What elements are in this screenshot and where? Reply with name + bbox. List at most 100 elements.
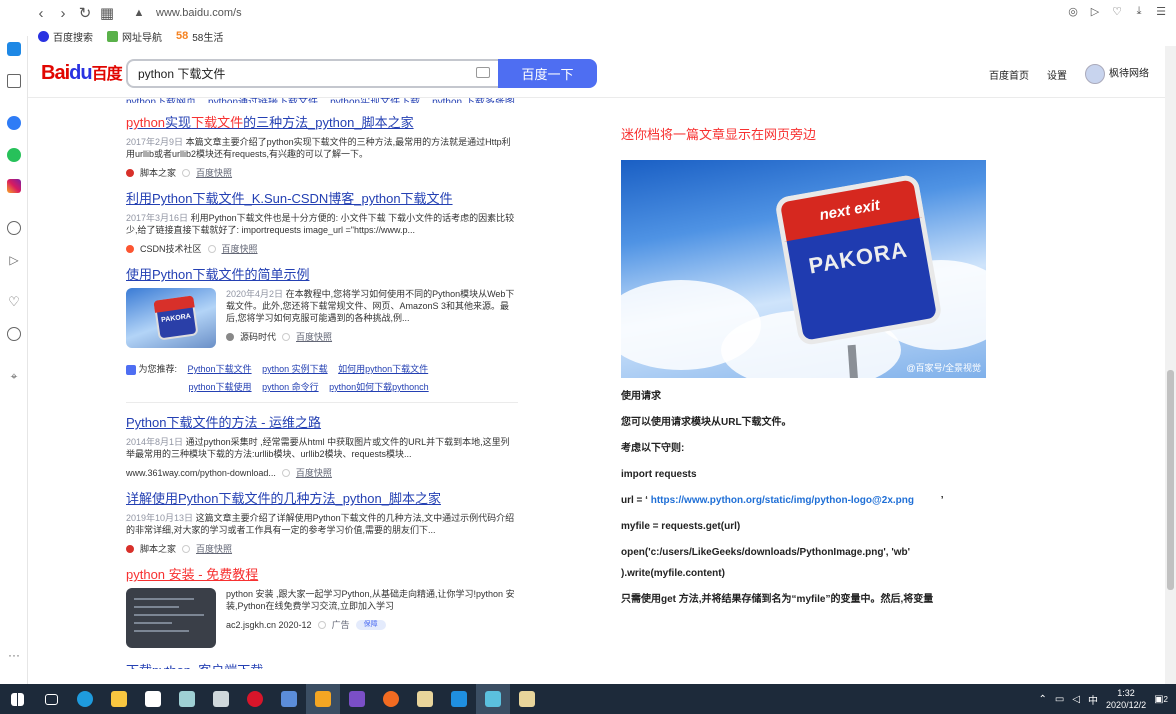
scroll-thumb[interactable] — [1167, 370, 1174, 590]
cache-link[interactable]: 百度快照 — [196, 166, 232, 179]
article-link[interactable]: https://www.python.org/static/img/python… — [651, 495, 914, 506]
camera-search-icon[interactable] — [476, 67, 490, 78]
location-icon[interactable]: ⌖ — [7, 369, 21, 383]
baidu-logo[interactable]: Baidu百度 — [41, 60, 123, 85]
start-button[interactable] — [0, 684, 34, 714]
task-view-icon[interactable] — [34, 684, 68, 714]
rec-link[interactable]: python下载使用 — [189, 382, 252, 392]
windows-icon — [10, 692, 24, 706]
result-title[interactable]: 利用Python下载文件_K.Sun-CSDN博客_python下载文件 — [126, 191, 526, 207]
result-item: Python下载文件的方法 - 运维之路 2014年8月1日 通过python采… — [126, 415, 526, 479]
cache-link[interactable]: 百度快照 — [196, 542, 232, 555]
app-icon[interactable] — [408, 684, 442, 714]
source-icon — [126, 168, 134, 177]
scrollbar[interactable] — [1165, 46, 1176, 684]
result-source: 源码时代 百度快照 — [226, 330, 516, 343]
app-icon[interactable] — [272, 684, 306, 714]
send-side-icon[interactable]: ▷ — [7, 253, 21, 267]
rec-link[interactable]: Python下载文件 — [188, 364, 252, 374]
ad-thumbnail[interactable] — [126, 588, 216, 648]
recommendations: 为您推荐: Python下载文件 python 实例下载 如何用python下载… — [126, 360, 526, 396]
dot-icon — [282, 332, 291, 341]
send-icon[interactable]: ▷ — [1088, 4, 1102, 18]
home-link[interactable]: 百度首页 — [989, 67, 1029, 82]
forward-icon[interactable]: › — [52, 2, 74, 24]
result-source: 脚本之家 百度快照 — [126, 542, 526, 555]
volume-icon[interactable]: ◁ — [1072, 694, 1080, 705]
reload-icon[interactable]: ↻ — [74, 2, 96, 24]
result-abstract: 2017年2月9日 本篇文章主要介绍了python实现下载文件的三种方法,最常用… — [126, 137, 511, 159]
search-header: Baidu百度 百度一下 百度首页 设置 枫待网络 — [28, 46, 1165, 98]
user-menu[interactable]: 枫待网络 — [1085, 64, 1149, 84]
camera-icon[interactable]: ◎ — [1066, 4, 1080, 18]
download-icon[interactable]: ⤓ — [1132, 4, 1146, 18]
app-active-icon[interactable] — [476, 684, 510, 714]
edge-icon[interactable] — [68, 684, 102, 714]
header-links: 百度首页 设置 枫待网络 — [989, 64, 1149, 84]
whatsapp-icon[interactable] — [7, 148, 21, 162]
search-input[interactable] — [138, 66, 478, 80]
heart-icon[interactable]: ♡ — [1110, 4, 1124, 18]
dot-icon — [207, 244, 216, 253]
ad-title[interactable]: python 安装 - 免费教程 — [126, 567, 526, 583]
result-abstract: 2019年10月13日 这篇文章主要介绍了详解使用Python下载文件的几种方法… — [126, 513, 515, 535]
baidu-results-page: Baidu百度 百度一下 百度首页 设置 枫待网络 python下载网页 pyt… — [28, 46, 1165, 684]
messenger-icon[interactable] — [7, 116, 21, 130]
search-button[interactable]: 百度一下 — [498, 59, 597, 88]
file-explorer-icon[interactable] — [102, 684, 136, 714]
code-line — [134, 606, 179, 608]
result-thumbnail[interactable]: PAKORA — [126, 288, 216, 348]
article-text: 使用请求 您可以使用请求模块从URL下载文件。 考虑以下守则: import r… — [621, 391, 944, 605]
rec-link[interactable]: python 实例下载 — [262, 364, 328, 374]
history-icon[interactable] — [7, 327, 21, 341]
result-title[interactable]: 使用Python下载文件的简单示例 — [126, 267, 526, 283]
apps-grid-icon[interactable]: ▦ — [96, 2, 118, 24]
app-active-icon[interactable] — [306, 684, 340, 714]
result-item: 详解使用Python下载文件的几种方法_python_脚本之家 2019年10月… — [126, 491, 526, 555]
result-abstract: 2014年8月1日 通过python采集时 ,经常需要从html 中获取图片或文… — [126, 437, 510, 459]
firefox-icon[interactable] — [374, 684, 408, 714]
app-icon[interactable] — [170, 684, 204, 714]
clock[interactable]: 1:32 2020/12/2 — [1106, 687, 1146, 711]
cache-link[interactable]: 百度快照 — [296, 466, 332, 479]
result-title[interactable]: 详解使用Python下载文件的几种方法_python_脚本之家 — [126, 491, 526, 507]
bookmark-nav[interactable]: 网址导航 — [107, 29, 162, 44]
cache-link[interactable]: 百度快照 — [222, 242, 258, 255]
home-icon[interactable] — [7, 42, 21, 56]
settings-link[interactable]: 设置 — [1047, 67, 1067, 82]
back-icon[interactable]: ‹ — [30, 2, 52, 24]
system-tray: ⌃ ▭ ◁ 中 1:32 2020/12/2 ▣2 — [1039, 684, 1169, 714]
source-icon — [126, 544, 134, 553]
instagram-icon[interactable] — [7, 179, 21, 193]
address-bar[interactable]: www.baidu.com/s — [156, 7, 242, 19]
network-icon[interactable]: ▭ — [1055, 694, 1064, 705]
notification-icon[interactable]: ▣2 — [1154, 694, 1168, 705]
ime-indicator[interactable]: 中 — [1088, 692, 1098, 707]
visual-studio-icon[interactable] — [340, 684, 374, 714]
result-title[interactable]: Python下载文件的方法 - 运维之路 — [126, 415, 526, 431]
app-icon[interactable] — [510, 684, 544, 714]
rec-link[interactable]: python如何下载pythonch — [329, 382, 429, 392]
result-source: CSDN技术社区 百度快照 — [126, 242, 526, 255]
result-title[interactable]: python实现下载文件的三种方法_python_脚本之家 — [126, 115, 526, 131]
rec-link[interactable]: 如何用python下载文件 — [338, 364, 428, 374]
menu-icon[interactable]: ☰ — [1154, 4, 1168, 18]
rec-link[interactable]: python 命令行 — [262, 382, 319, 392]
vscode-icon[interactable] — [442, 684, 476, 714]
chevron-up-icon[interactable]: ⌃ — [1039, 694, 1047, 705]
bookmark-58[interactable]: 58 58生活 — [176, 29, 223, 44]
more-icon[interactable]: ··· — [7, 648, 21, 662]
dot-icon — [317, 620, 326, 629]
article-image: next exit PAKORA @百家号/全景视觉 — [621, 160, 986, 378]
app-icon[interactable] — [204, 684, 238, 714]
player-icon[interactable] — [7, 221, 21, 235]
result-title-cut[interactable]: 下载python_客户端下载 — [126, 660, 526, 669]
cache-link[interactable]: 百度快照 — [296, 330, 332, 343]
bookmark-baidu[interactable]: 百度搜索 — [38, 29, 93, 44]
code-line — [134, 598, 194, 600]
heart-side-icon[interactable]: ♡ — [7, 295, 21, 309]
store-icon[interactable] — [136, 684, 170, 714]
opera-icon[interactable] — [238, 684, 272, 714]
search-box — [126, 59, 498, 88]
star-icon[interactable] — [7, 74, 21, 88]
